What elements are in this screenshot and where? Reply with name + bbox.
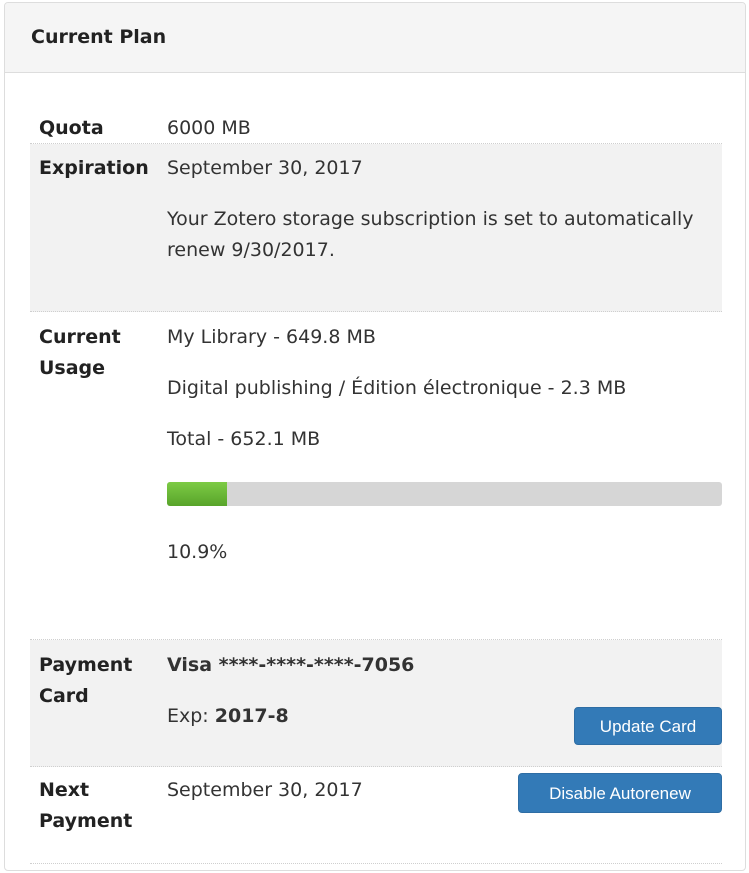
usage-value: My Library - 649.8 MB Digital publishing… [167,312,722,639]
card-exp-label: Exp: [167,705,215,727]
usage-total: Total - 652.1 MB [167,428,321,450]
next-payment-label: Next Payment [39,779,133,832]
next-payment-row: Next Payment September 30, 2017 Disable … [30,767,722,864]
next-payment-value: September 30, 2017 Disable Autorenew [167,767,722,863]
panel-title: Current Plan [31,25,167,48]
current-plan-panel: Current Plan Quota 6000 MB Expiration Se… [4,2,746,871]
usage-percent: 10.9% [167,541,228,563]
quota-label: Quota [39,117,104,139]
usage-progress-bar [167,482,722,506]
panel-heading: Current Plan [5,3,745,73]
expiration-label: Expiration [39,157,149,179]
usage-label: Current Usage [39,326,121,379]
renewal-note: Your Zotero storage subscription is set … [167,208,694,261]
expiration-date: September 30, 2017 [167,157,363,179]
payment-card-label: Payment Card [39,654,133,707]
expiration-value: September 30, 2017 Your Zotero storage s… [167,144,722,311]
plan-details-table: Quota 6000 MB Expiration September 30, 2… [30,107,722,864]
usage-item-digital-publishing: Digital publishing / Édition électroniqu… [167,377,627,399]
card-number: Visa ****-****-****-7056 [167,654,415,676]
card-exp-value: 2017-8 [214,705,289,727]
usage-item-my-library: My Library - 649.8 MB [167,326,376,348]
quota-row: Quota 6000 MB [30,107,722,144]
expiration-row: Expiration September 30, 2017 Your Zoter… [30,144,722,312]
payment-card-row: Payment Card Visa ****-****-****-7056 Ex… [30,640,722,767]
disable-autorenew-button[interactable]: Disable Autorenew [518,773,722,813]
update-card-button[interactable]: Update Card [574,707,722,745]
quota-value: 6000 MB [167,117,251,139]
payment-card-value: Visa ****-****-****-7056 Exp: 2017-8 Upd… [167,640,722,766]
usage-progress-fill [167,482,228,506]
usage-row: Current Usage My Library - 649.8 MB Digi… [30,312,722,640]
